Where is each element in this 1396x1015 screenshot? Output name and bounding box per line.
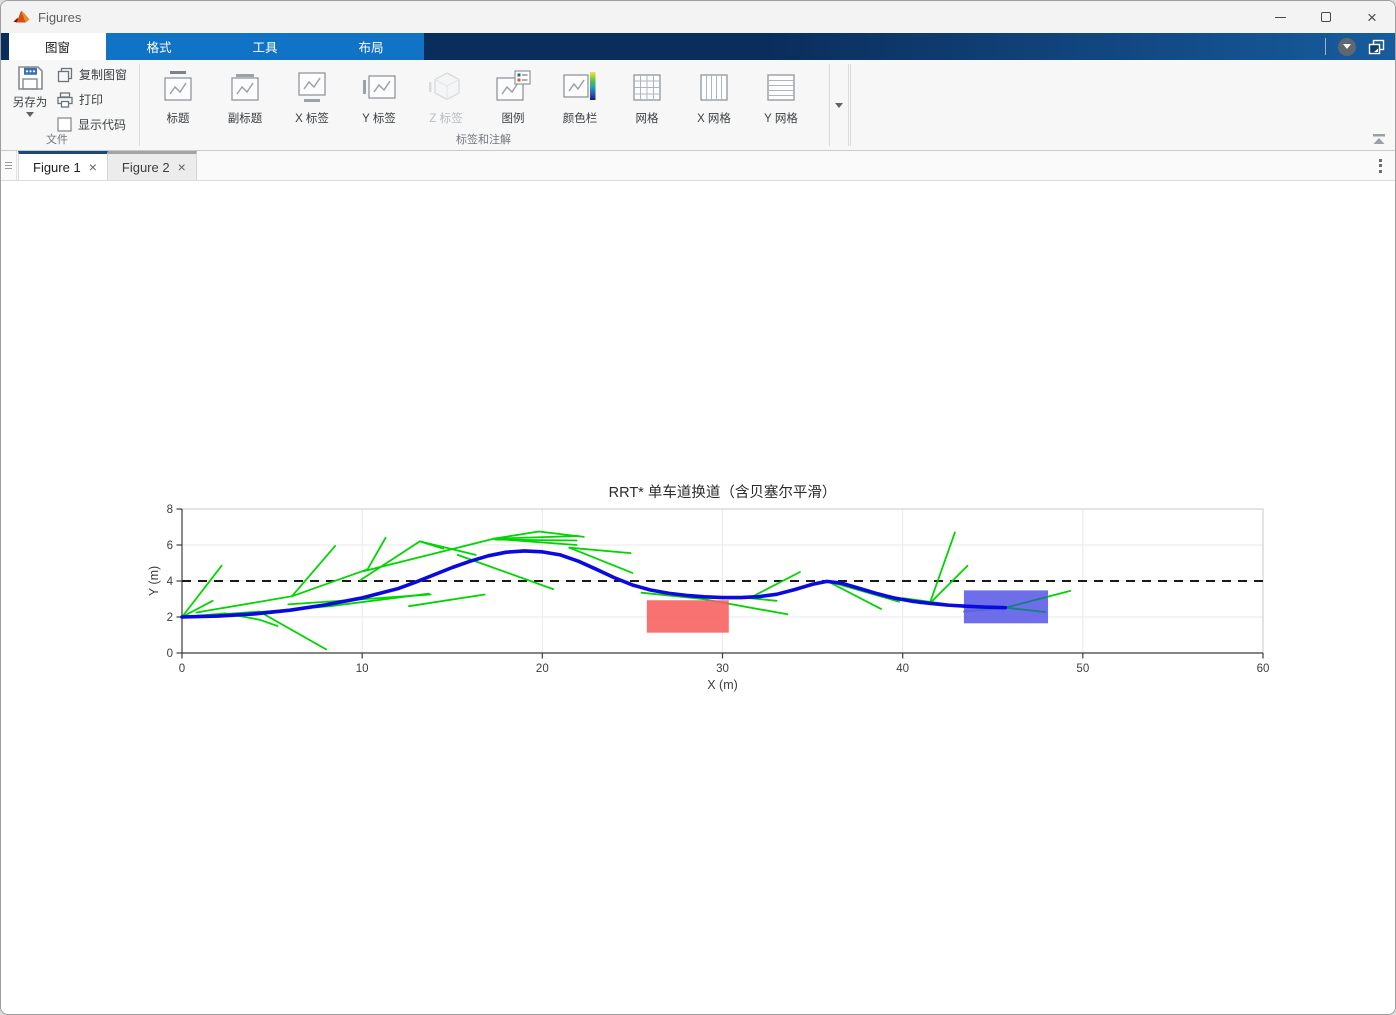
- checkbox-unchecked-icon: [57, 117, 72, 132]
- ribbon-tab-tools[interactable]: 工具: [212, 33, 318, 60]
- ribbon-tab-format[interactable]: 格式: [106, 33, 212, 60]
- app-title: Figures: [38, 9, 82, 25]
- print-button[interactable]: 打印: [57, 91, 127, 108]
- print-icon: [57, 91, 73, 108]
- svg-text:RRT* 单车道换道（含贝塞尔平滑）: RRT* 单车道换道（含贝塞尔平滑）: [609, 483, 837, 501]
- svg-text:10: 10: [356, 663, 369, 675]
- x-label-icon: [298, 72, 326, 102]
- save-as-label: 另存为: [12, 97, 48, 109]
- print-label: 打印: [79, 93, 104, 107]
- matlab-logo-icon: [13, 10, 30, 23]
- copy-figure-label: 复制图窗: [79, 68, 128, 82]
- grid-button[interactable]: 网格: [616, 65, 678, 137]
- svg-text:20: 20: [536, 663, 549, 675]
- tab-label: Figure 2: [121, 159, 170, 175]
- collapse-ribbon-button[interactable]: [1371, 133, 1387, 146]
- figures-window: Figures × 图窗 格式 工具 布局 另存为 复制图窗 打印 显示代码 文…: [0, 0, 1396, 1015]
- title-button[interactable]: 标题: [147, 65, 209, 137]
- maximize-button[interactable]: [1303, 1, 1349, 33]
- rrt-plot: RRT* 单车道换道（含贝塞尔平滑） 0 10 20 30 40 50 60 0 2 4 6 8 X (m…: [147, 483, 1270, 692]
- tab-figure-1[interactable]: Figure 1 ×: [18, 151, 108, 180]
- y-grid-icon: [767, 74, 795, 101]
- svg-text:0: 0: [179, 663, 185, 675]
- svg-text:40: 40: [896, 663, 909, 675]
- close-icon[interactable]: ×: [178, 160, 186, 174]
- close-button[interactable]: ×: [1349, 1, 1395, 33]
- section-divider: [850, 64, 851, 146]
- ribbon-tab-layout[interactable]: 布局: [318, 33, 424, 60]
- subtitle-button[interactable]: 副标题: [214, 65, 276, 137]
- undock-window-icon[interactable]: [1368, 39, 1385, 55]
- tab-figure-2[interactable]: Figure 2 ×: [107, 151, 197, 180]
- svg-text:8: 8: [167, 504, 173, 516]
- obstacle-red: [646, 600, 729, 633]
- svg-text:0: 0: [167, 648, 173, 660]
- window-controls: ×: [1257, 1, 1395, 33]
- save-icon: [18, 66, 43, 90]
- svg-text:50: 50: [1076, 663, 1089, 675]
- svg-text:60: 60: [1257, 663, 1270, 675]
- svg-text:2: 2: [167, 612, 173, 624]
- y-label-button[interactable]: Y 标签: [348, 65, 410, 137]
- file-section-label: 文件: [46, 134, 68, 146]
- y-label-icon: [363, 75, 396, 99]
- z-label-icon: [429, 72, 460, 101]
- tab-options-menu[interactable]: [1365, 151, 1395, 180]
- annotation-buttons: 标题 副标题 X 标签 Y 标签 Z 标签 图例 颜色栏 网格 X 网格 Y 网…: [147, 65, 812, 137]
- copy-icon: [57, 67, 73, 82]
- show-code-label: 显示代码: [78, 118, 127, 132]
- colorbar-icon: [563, 72, 596, 100]
- x-label-button[interactable]: X 标签: [281, 65, 343, 137]
- x-grid-button[interactable]: X 网格: [683, 65, 745, 137]
- tab-drag-handle[interactable]: [1, 151, 17, 180]
- ribbon-tab-strip: 图窗 格式 工具 布局: [1, 33, 1395, 60]
- colorbar-button[interactable]: 颜色栏: [549, 65, 611, 137]
- y-grid-button[interactable]: Y 网格: [750, 65, 812, 137]
- file-section-buttons: 复制图窗 打印 显示代码: [57, 66, 127, 133]
- x-grid-icon: [700, 74, 728, 101]
- svg-text:4: 4: [167, 576, 174, 588]
- svg-text:Y (m): Y (m): [147, 566, 161, 596]
- chevron-down-icon: [26, 112, 34, 117]
- subtitle-icon: [231, 74, 259, 101]
- titlebar: Figures ×: [1, 1, 1395, 33]
- tab-label: Figure 1: [33, 159, 81, 175]
- svg-text:6: 6: [167, 540, 173, 552]
- save-as-button[interactable]: 另存为: [9, 65, 51, 133]
- svg-text:X (m): X (m): [707, 678, 738, 692]
- ribbon-separator: [1325, 38, 1326, 55]
- ribbon-help-dropdown-button[interactable]: [1338, 37, 1356, 56]
- close-icon[interactable]: ×: [89, 160, 97, 174]
- ribbon-toolbar: 另存为 复制图窗 打印 显示代码 文件 标题 副标题 X 标签 Y 标签 Z 标…: [1, 60, 1395, 151]
- section-divider: [139, 64, 140, 146]
- figure-canvas[interactable]: RRT* 单车道换道（含贝塞尔平滑） 0 10 20 30 40 50 60 0 2 4 6 8 X (m…: [1, 181, 1395, 1014]
- legend-icon: [496, 70, 531, 101]
- legend-button[interactable]: 图例: [482, 65, 544, 137]
- z-label-button: Z 标签: [415, 65, 477, 137]
- annotation-section-label: 标签和注解: [456, 134, 511, 146]
- minimize-button[interactable]: [1257, 1, 1303, 33]
- copy-figure-button[interactable]: 复制图窗: [57, 66, 127, 83]
- ribbon-tab-figure[interactable]: 图窗: [9, 33, 106, 60]
- grid-icon: [633, 74, 661, 101]
- chevron-down-icon: [1343, 44, 1351, 49]
- figure-tab-bar: Figure 1 × Figure 2 ×: [1, 151, 1395, 181]
- svg-text:30: 30: [716, 663, 729, 675]
- annotation-overflow-button[interactable]: [829, 64, 849, 146]
- chevron-down-icon: [835, 102, 843, 108]
- title-icon: [164, 71, 192, 101]
